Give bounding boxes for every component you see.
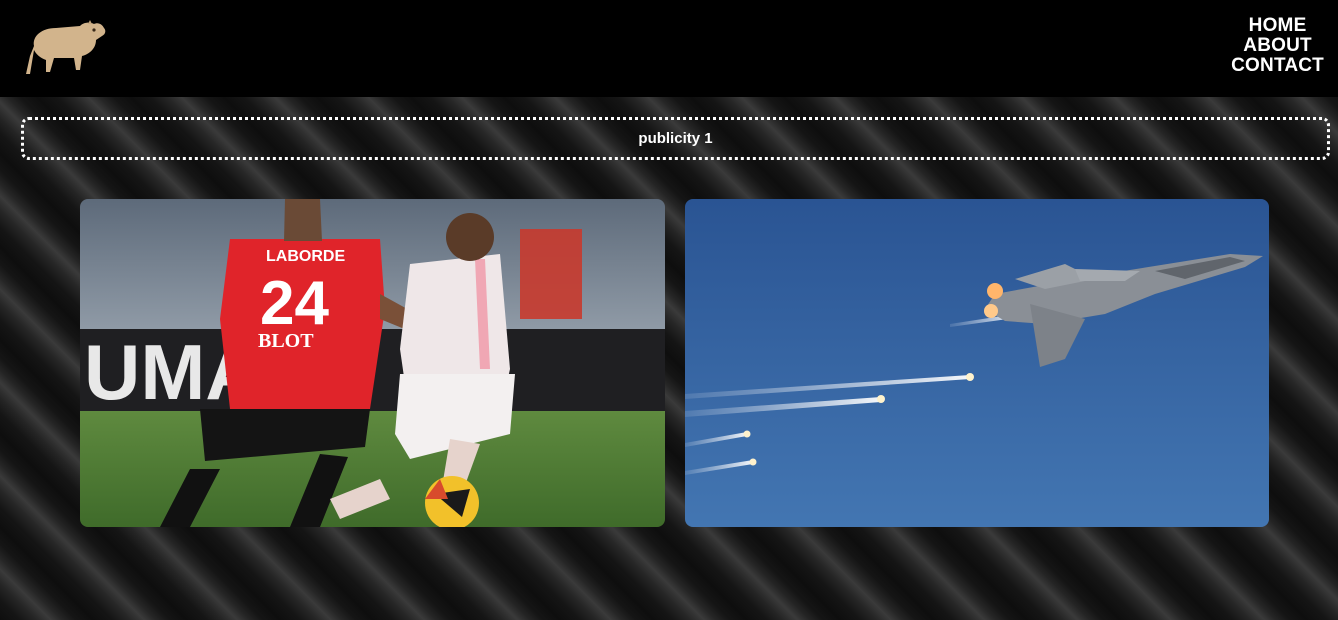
jersey-name: LABORDE <box>266 248 345 265</box>
jersey-number: 24 <box>260 269 329 338</box>
soccer-match-photo[interactable]: UMA LABORDE 24 BLOT <box>80 199 665 527</box>
publicity-banner[interactable]: publicity 1 <box>21 117 1330 160</box>
main-nav: HOME ABOUT CONTACT <box>1231 16 1324 76</box>
site-header: HOME ABOUT CONTACT <box>0 0 1338 97</box>
capybara-logo-icon[interactable] <box>24 16 108 78</box>
nav-home-link[interactable]: HOME <box>1249 16 1307 36</box>
nav-contact-link[interactable]: CONTACT <box>1231 56 1324 76</box>
jersey-sponsor: BLOT <box>258 330 314 352</box>
publicity-label: publicity 1 <box>638 130 713 147</box>
fighter-jet-flares-photo[interactable] <box>685 199 1269 527</box>
nav-about-link[interactable]: ABOUT <box>1243 36 1312 56</box>
